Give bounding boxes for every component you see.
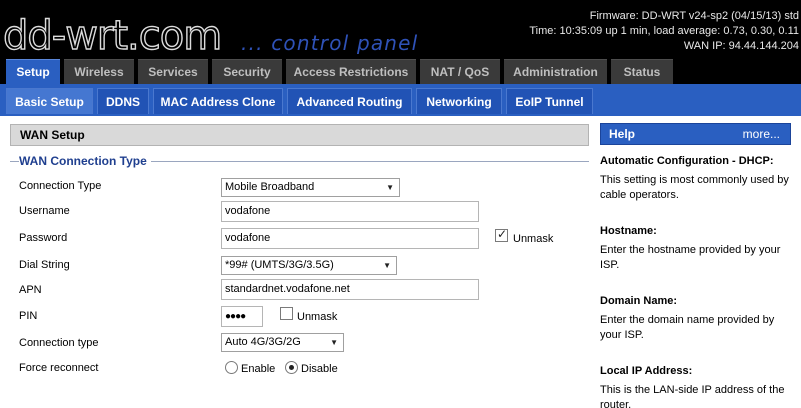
password-unmask-label: Unmask (513, 233, 554, 245)
pin-unmask-label: Unmask (297, 311, 338, 323)
help-text-local-ip: This is the LAN-side IP address of the r… (600, 384, 785, 408)
force-reconnect-disable-radio[interactable] (285, 361, 298, 374)
pin-unmask-checkbox[interactable] (280, 307, 293, 320)
logo-text: dd-wrt.com (3, 13, 221, 56)
username-input[interactable]: vodafone (221, 201, 479, 222)
pin-input[interactable]: ●●●● (221, 306, 263, 327)
password-label: Password (19, 232, 68, 244)
dial-string-select[interactable]: *99# (UMTS/3G/3.5G) ▼ (221, 256, 397, 275)
password-input[interactable]: vodafone (221, 228, 479, 249)
help-header: Help more... (600, 123, 791, 145)
subtab-advanced-routing[interactable]: Advanced Routing (287, 88, 412, 114)
subtab-eoip-tunnel[interactable]: EoIP Tunnel (506, 88, 593, 114)
disable-label: Disable (301, 363, 338, 375)
force-reconnect-enable-radio[interactable] (225, 361, 238, 374)
wan-ip: WAN IP: 94.44.144.204 (683, 40, 799, 52)
chevron-down-icon: ▼ (383, 261, 391, 270)
network-mode-select[interactable]: Auto 4G/3G/2G ▼ (221, 333, 344, 352)
tab-security[interactable]: Security (212, 59, 282, 84)
main-nav: Setup Wireless Services Security Access … (0, 56, 801, 84)
username-label: Username (19, 205, 70, 217)
network-mode-label: Connection type (19, 337, 99, 349)
subtab-mac-address-clone[interactable]: MAC Address Clone (153, 88, 283, 114)
chevron-down-icon: ▼ (330, 338, 338, 347)
dial-string-label: Dial String (19, 259, 70, 271)
status-info: Firmware: DD-WRT v24-sp2 (04/15/13) std … (529, 9, 799, 54)
pin-label: PIN (19, 310, 38, 322)
subtab-basic-setup[interactable]: Basic Setup (6, 88, 93, 114)
tab-services[interactable]: Services (138, 59, 208, 84)
chevron-down-icon: ▼ (386, 183, 394, 192)
header-banner: dd-wrt.com ... control panel Firmware: D… (0, 0, 801, 56)
ddwrt-logo[interactable]: dd-wrt.com (3, 10, 223, 56)
help-heading-domain: Domain Name: (600, 295, 678, 307)
help-text-dhcp: This setting is most commonly used by ca… (600, 174, 789, 201)
tab-setup[interactable]: Setup (6, 59, 60, 84)
connection-type-value: Mobile Broadband (225, 181, 315, 193)
dial-string-value: *99# (UMTS/3G/3.5G) (225, 259, 334, 271)
password-unmask-checkbox[interactable] (495, 227, 508, 242)
help-more-link[interactable]: more... (743, 124, 780, 144)
network-mode-value: Auto 4G/3G/2G (225, 336, 301, 348)
connection-type-label: Connection Type (19, 180, 102, 192)
tab-access-restrictions[interactable]: Access Restrictions (286, 59, 416, 84)
tab-nat-qos[interactable]: NAT / QoS (420, 59, 500, 84)
tab-wireless[interactable]: Wireless (64, 59, 134, 84)
help-heading-hostname: Hostname: (600, 225, 657, 237)
subtab-ddns[interactable]: DDNS (97, 88, 149, 114)
apn-label: APN (19, 284, 42, 296)
firmware-version: Firmware: DD-WRT v24-sp2 (04/15/13) std (589, 10, 799, 22)
subtab-networking[interactable]: Networking (416, 88, 502, 114)
apn-input[interactable]: standardnet.vodafone.net (221, 279, 479, 300)
help-heading-dhcp: Automatic Configuration - DHCP: (600, 155, 774, 167)
section-title: WAN Setup (10, 124, 589, 146)
enable-label: Enable (241, 363, 276, 375)
sub-nav: Basic Setup DDNS MAC Address Clone Advan… (0, 84, 801, 116)
force-reconnect-label: Force reconnect (19, 362, 99, 374)
fieldset-legend: WAN Connection Type (19, 154, 151, 168)
help-text-domain: Enter the domain name provided by your I… (600, 314, 775, 341)
connection-type-select[interactable]: Mobile Broadband ▼ (221, 178, 400, 197)
tab-status[interactable]: Status (611, 59, 673, 84)
control-panel-title: ... control panel (241, 31, 419, 55)
help-heading-local-ip: Local IP Address: (600, 365, 693, 377)
tab-administration[interactable]: Administration (504, 59, 607, 84)
help-title: Help (609, 127, 636, 141)
help-text-hostname: Enter the hostname provided by your ISP. (600, 244, 781, 271)
ddwrt-logo-graphic: dd-wrt.com (3, 12, 223, 56)
uptime-info: Time: 10:35:09 up 1 min, load average: 0… (529, 25, 799, 37)
